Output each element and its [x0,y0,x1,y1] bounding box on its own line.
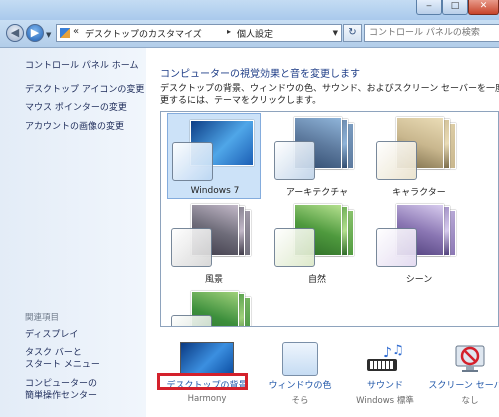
theme-label: シーン [405,275,433,285]
search-box[interactable] [364,24,499,42]
window-color-icon [282,342,318,376]
sidebar-link-control-panel-home[interactable]: コントロール パネル ホーム [25,60,138,72]
recent-pages-chevron-icon[interactable]: ▼ [46,31,51,39]
window-glass-preview [171,315,212,326]
screen-saver-icon [452,342,488,374]
window-color-link[interactable]: ウィンドウの色 [253,378,347,391]
sidebar-link-ease-of-access-line2[interactable]: 簡単操作センター [25,390,97,402]
forward-button[interactable]: ▶ [26,24,44,42]
maximize-button[interactable]: □ [442,0,468,15]
window-glass-preview [171,228,212,267]
window-glass-preview [172,142,213,181]
desktop-background-value: Harmony [187,394,227,404]
breadcrumb-desktop-customization[interactable]: デスクトップのカスタマイズ [85,27,202,40]
sidebar-link-taskbar-line2[interactable]: スタート メニュー [25,359,100,371]
sound-icon: ♪ ♫ [365,342,405,374]
theme-item[interactable]: 自然 [270,200,364,286]
close-button[interactable]: ✕ [468,0,499,15]
sound-value: Windows 標準 [356,396,414,406]
theme-gallery[interactable]: Windows 7 アーキテクチャ キャラクター風景 自然 シーン [160,111,499,327]
window-glass-preview [376,228,417,267]
option-sound[interactable]: ♪ ♫ サウンド Windows 標準 [338,336,432,417]
screen-saver-value: なし [461,396,479,406]
theme-item[interactable]: 風景 [167,200,261,286]
sidebar-link-ease-of-access-line1[interactable]: コンピューターの [25,378,97,390]
breadcrumb-separator-icon[interactable]: ▸ [227,27,231,36]
svg-text:♪: ♪ [383,345,392,361]
window-glass-preview [376,141,417,180]
theme-item[interactable]: キャラクター [372,113,466,199]
sidebar-link-change-desktop-icons[interactable]: デスクトップ アイコンの変更 [25,84,144,96]
theme-label: 風景 [204,275,223,285]
description-line-2: 更するには、テーマをクリックします。 [160,96,322,106]
back-button[interactable]: ◀ [6,24,24,42]
option-screen-saver[interactable]: スクリーン セーバー なし [423,336,499,417]
sidebar-link-change-mouse-pointers[interactable]: マウス ポインターの変更 [25,102,127,114]
theme-label: 自然 [307,275,326,285]
breadcrumb-personalization[interactable]: 個人設定 [237,27,273,40]
window-color-value: そら [291,396,309,406]
refresh-button[interactable]: ↻ [343,24,362,42]
control-panel-icon [60,28,70,38]
sidebar-link-change-account-picture[interactable]: アカウントの画像の変更 [25,121,124,133]
theme-label: Windows 7 [190,186,240,196]
title-bar: ‒ □ ✕ [0,0,499,20]
page-title: コンピューターの視覚効果と音を変更します [160,69,360,80]
theme-item[interactable]: アーキテクチャ [270,113,364,199]
desktop-background-icon [180,342,234,375]
description-line-1: デスクトップの背景、ウィンドウの色、サウンド、およびスクリーン セーバーを一度に… [160,84,499,94]
sidebar-link-taskbar-line1[interactable]: タスク バーと [25,347,82,359]
option-window-color[interactable]: ウィンドウの色 そら [253,336,347,417]
svg-text:♫: ♫ [392,343,404,358]
personalization-window: ‒ □ ✕ ◀ ▶ ▼ « デスクトップのカスタマイズ ▸ 個人設定 ▼ ↻ コ… [0,0,499,417]
sound-link[interactable]: サウンド [338,378,432,391]
page-description: デスクトップの背景、ウィンドウの色、サウンド、およびスクリーン セーバーを一度に… [160,83,499,107]
address-overflow-icon[interactable]: « [73,26,79,37]
see-also-heading: 関連項目 [25,313,60,323]
theme-item[interactable]: Windows 7 [167,113,261,199]
sidebar: コントロール パネル ホーム デスクトップ アイコンの変更 マウス ポインターの… [0,48,146,417]
address-bar[interactable]: « デスクトップのカスタマイズ ▸ 個人設定 ▼ [56,24,342,42]
desktop-background-highlight [157,373,248,390]
search-input[interactable] [369,26,494,40]
theme-item[interactable] [167,287,261,326]
theme-item[interactable]: シーン [372,200,466,286]
theme-label: キャラクター [392,188,446,198]
theme-label: アーキテクチャ [285,188,349,198]
window-glass-preview [274,228,315,267]
minimize-button[interactable]: ‒ [416,0,442,15]
sidebar-link-display[interactable]: ディスプレイ [25,329,78,341]
screen-saver-link[interactable]: スクリーン セーバー [423,378,499,391]
main-content: コンピューターの視覚効果と音を変更します デスクトップの背景、ウィンドウの色、サ… [146,48,499,417]
address-dropdown-icon[interactable]: ▼ [333,29,338,37]
window-glass-preview [274,141,315,180]
navigation-bar: ◀ ▶ ▼ « デスクトップのカスタマイズ ▸ 個人設定 ▼ ↻ [0,20,499,48]
